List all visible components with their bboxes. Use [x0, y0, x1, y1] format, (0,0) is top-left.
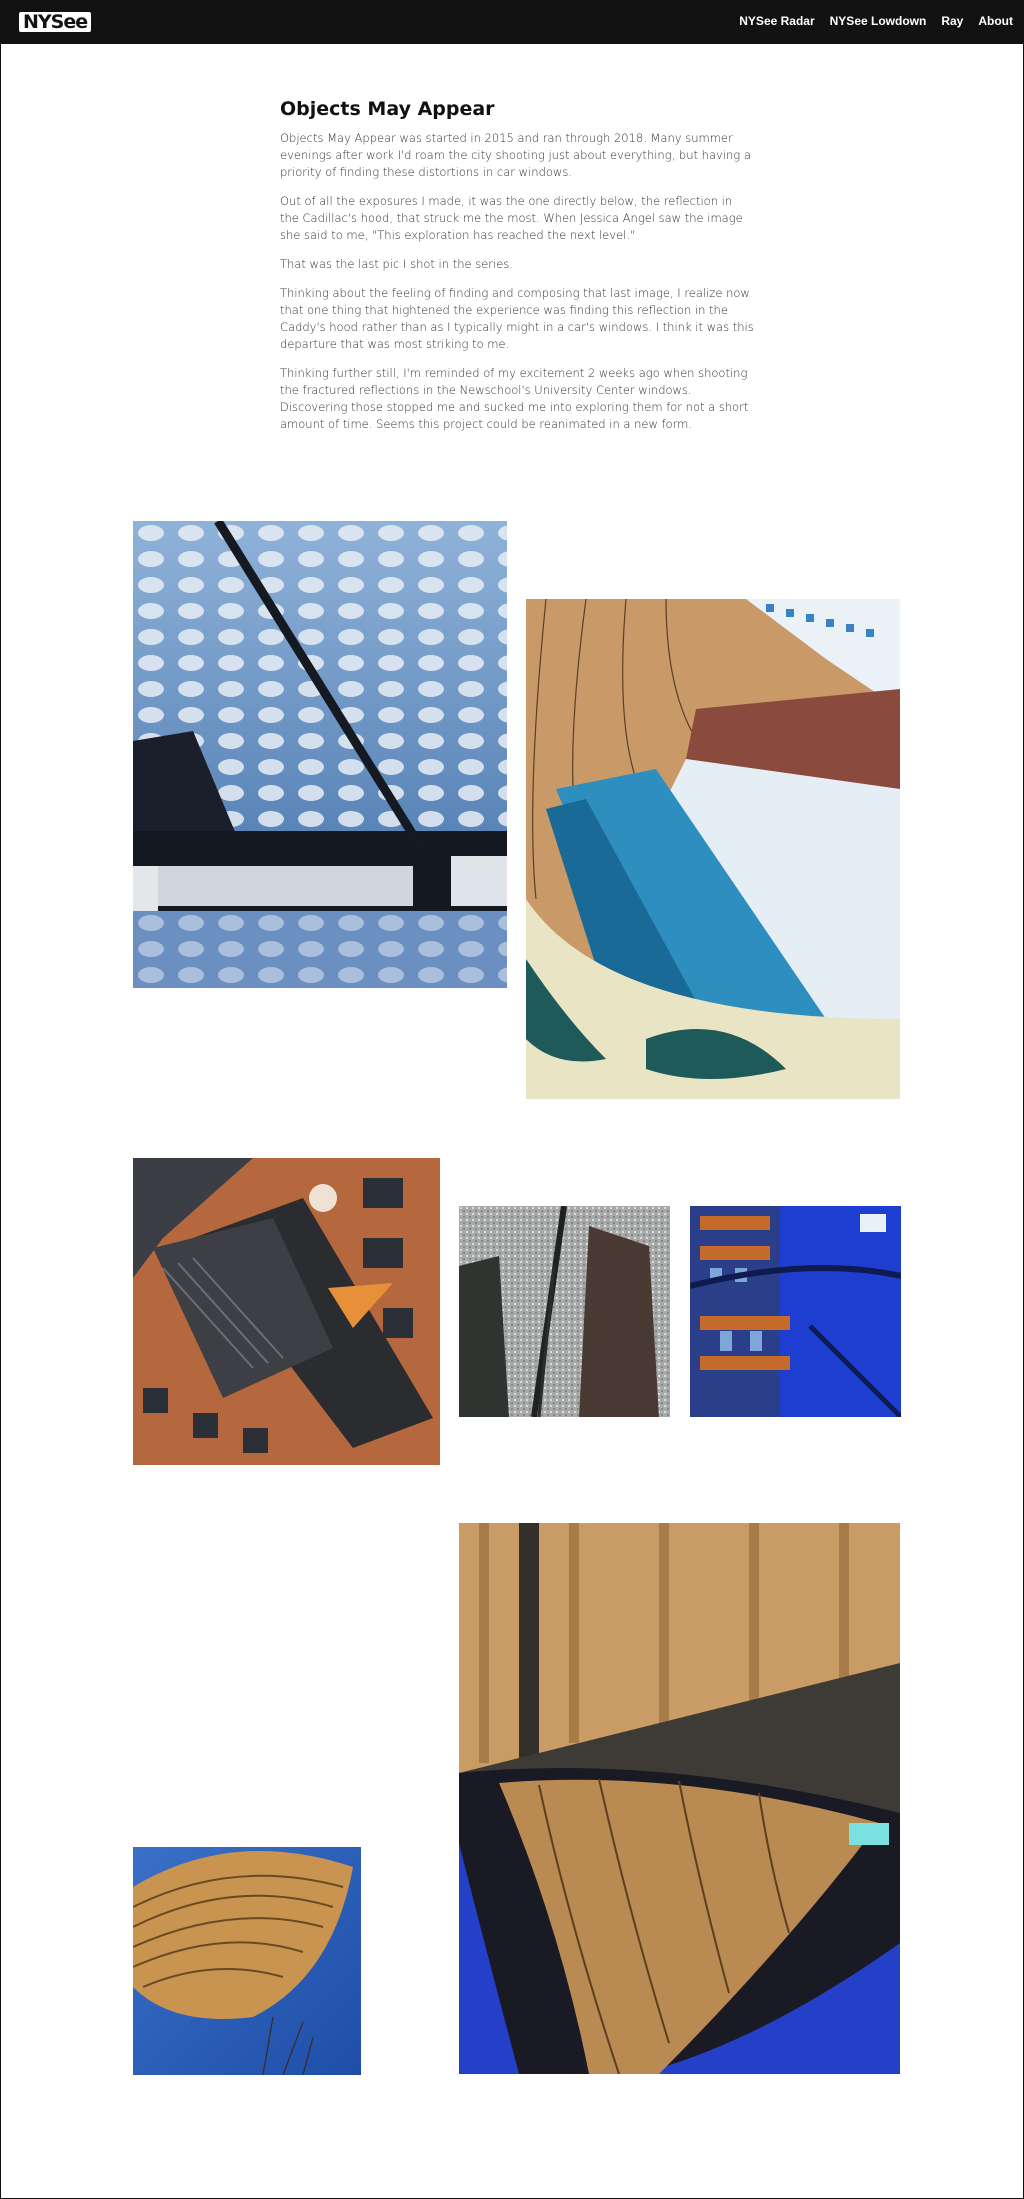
article-paragraph: That was the last pic I shot in the seri…: [280, 257, 513, 271]
gallery-photo-6[interactable]: [133, 1847, 361, 2075]
article-paragraph: Thinking further still, I'm reminded of …: [280, 366, 749, 431]
nav-link-nysee-lowdown[interactable]: NYSee Lowdown: [830, 14, 927, 28]
gallery-photo-3[interactable]: [133, 1158, 440, 1465]
top-navbar: NYSee NYSee Radar NYSee Lowdown Ray Abou…: [0, 0, 1024, 44]
gallery-photo-4[interactable]: [459, 1206, 670, 1417]
article-paragraph: Thinking about the feeling of finding an…: [280, 286, 754, 351]
article-paragraph: Objects May Appear was started in 2015 a…: [280, 131, 751, 179]
gallery-photo-5[interactable]: [690, 1206, 901, 1417]
article-paragraph: Out of all the exposures I made, it was …: [280, 194, 743, 242]
site-logo[interactable]: NYSee: [19, 12, 92, 32]
gallery-photo-1[interactable]: [133, 521, 507, 988]
nav-link-about[interactable]: About: [978, 14, 1013, 28]
article-body: Objects May Appear Objects May Appear wa…: [280, 98, 754, 445]
gallery-photo-2[interactable]: [526, 599, 900, 1099]
page-title: Objects May Appear: [280, 98, 495, 120]
nav-link-nysee-radar[interactable]: NYSee Radar: [739, 14, 814, 28]
main-nav: NYSee Radar NYSee Lowdown Ray About: [739, 14, 1013, 28]
gallery-photo-7[interactable]: [459, 1523, 900, 2074]
nav-link-ray[interactable]: Ray: [941, 14, 963, 28]
